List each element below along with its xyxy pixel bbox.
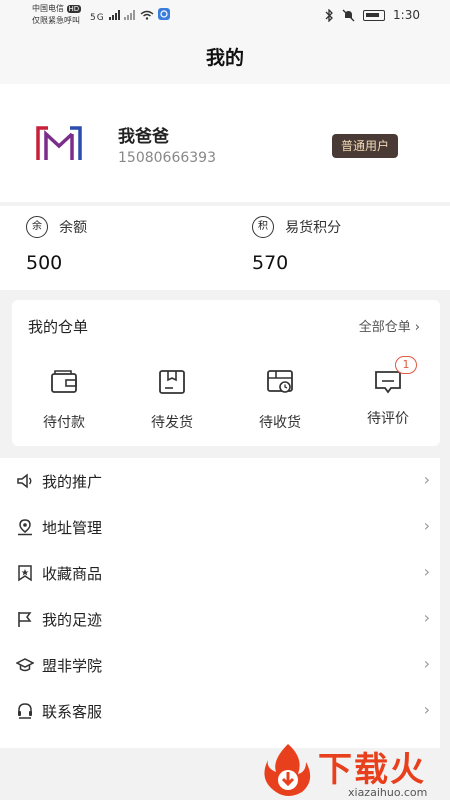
emergency-only-label: 仅限紧急呼叫: [32, 16, 80, 25]
menu-item-favorites[interactable]: 收藏商品 ›: [0, 550, 440, 596]
order-pending-review[interactable]: 1 待评价: [338, 356, 438, 428]
balance-column[interactable]: 余 余额 500: [26, 216, 226, 274]
battery-icon: [363, 9, 386, 21]
chevron-right-icon: ›: [423, 562, 430, 581]
menu-item-address[interactable]: 地址管理 ›: [0, 504, 440, 550]
headset-icon: [18, 703, 32, 719]
order-pending-receipt[interactable]: 待收货: [230, 368, 330, 432]
menu-item-label: 我的推广: [42, 473, 103, 491]
balance-icon: 余: [26, 216, 48, 238]
menu-item-customer-service[interactable]: 联系客服 ›: [0, 688, 440, 734]
menu-item-label: 盟非学院: [42, 657, 103, 675]
carrier-name: 中国电信: [32, 4, 64, 13]
bluetooth-icon: [325, 8, 333, 22]
box-icon: [159, 370, 185, 394]
speaker-icon: [17, 473, 32, 489]
menu-item-academy[interactable]: 盟非学院 ›: [0, 642, 440, 688]
order-label: 待付款: [43, 415, 85, 431]
menu-item-footprints[interactable]: 我的足迹 ›: [0, 596, 440, 642]
watermark-url: xiazaihuo.com: [348, 786, 428, 799]
chevron-right-icon: ›: [423, 608, 430, 627]
app-logo-icon: [36, 126, 82, 160]
orders-card: 我的仓单 全部仓单 › 待付款 待发货 待收货 1 待评价: [12, 300, 440, 446]
flame-logo-icon: [264, 744, 311, 796]
chevron-right-icon: ›: [423, 516, 430, 535]
signal-icon: [108, 10, 120, 20]
status-bar: 中国电信 HD 仅限紧急呼叫 5G 1:30: [0, 0, 450, 32]
flag-icon: [18, 612, 32, 627]
order-label: 待评价: [367, 411, 409, 427]
wallet-icon: [51, 370, 77, 393]
location-icon: [18, 519, 32, 536]
menu-item-label: 收藏商品: [42, 565, 103, 583]
wifi-icon: [140, 10, 154, 20]
comment-icon-wrap: 1: [373, 356, 417, 396]
chevron-right-icon: ›: [423, 470, 430, 489]
order-label: 待收货: [259, 415, 301, 431]
menu-item-label: 地址管理: [42, 519, 103, 537]
truck-icon: [267, 370, 293, 393]
points-column[interactable]: 积 易货积分 570: [252, 216, 450, 274]
signal-icons: 5G: [90, 8, 171, 23]
status-right: 1:30: [324, 8, 420, 22]
points-icon: 积: [252, 216, 274, 238]
all-orders-link[interactable]: 全部仓单 ›: [359, 316, 420, 335]
bookmark-icon: [18, 565, 32, 582]
watermark: 下载火 xiazaihuo.com: [262, 742, 450, 800]
menu-item-label: 联系客服: [42, 703, 103, 721]
chevron-right-icon: ›: [423, 654, 430, 673]
shield-app-icon: [158, 8, 171, 20]
username: 我爸爸: [118, 127, 169, 147]
page-title: 我的: [0, 32, 450, 84]
balance-label: 余额: [59, 220, 88, 236]
mute-bell-icon: [342, 9, 355, 21]
clock: 1:30: [393, 8, 420, 22]
chevron-right-icon: ›: [423, 700, 430, 719]
all-orders-label: 全部仓单: [358, 320, 411, 335]
review-count-badge: 1: [395, 356, 417, 374]
order-label: 待发货: [151, 415, 193, 431]
menu-list: 我的推广 › 地址管理 › 收藏商品 › 我的足迹 › 盟非学院 › 联系客服 …: [0, 458, 440, 748]
balance-section: 余 余额 500 积 易货积分 570: [0, 206, 450, 290]
carrier-info: 中国电信 HD 仅限紧急呼叫: [32, 3, 82, 26]
balance-value: 500: [26, 252, 63, 274]
menu-item-label: 我的足迹: [42, 611, 103, 629]
graduation-cap-icon: [16, 658, 34, 672]
watermark-text: 下载火: [318, 750, 426, 790]
orders-title: 我的仓单: [28, 318, 89, 336]
chevron-right-icon: ›: [414, 320, 420, 335]
signal-icon-2: [124, 10, 136, 20]
order-pending-shipment[interactable]: 待发货: [122, 368, 222, 432]
phone-number: 15080666393: [118, 150, 216, 166]
points-value: 570: [252, 252, 289, 274]
member-level-badge: 普通用户: [332, 134, 398, 158]
hd-badge: HD: [66, 5, 82, 13]
network-type-label: 5G: [90, 13, 105, 23]
points-label: 易货积分: [285, 220, 342, 236]
profile-card[interactable]: 我爸爸 15080666393 普通用户: [0, 84, 450, 202]
order-pending-payment[interactable]: 待付款: [14, 368, 114, 432]
menu-item-promotion[interactable]: 我的推广 ›: [0, 458, 440, 504]
